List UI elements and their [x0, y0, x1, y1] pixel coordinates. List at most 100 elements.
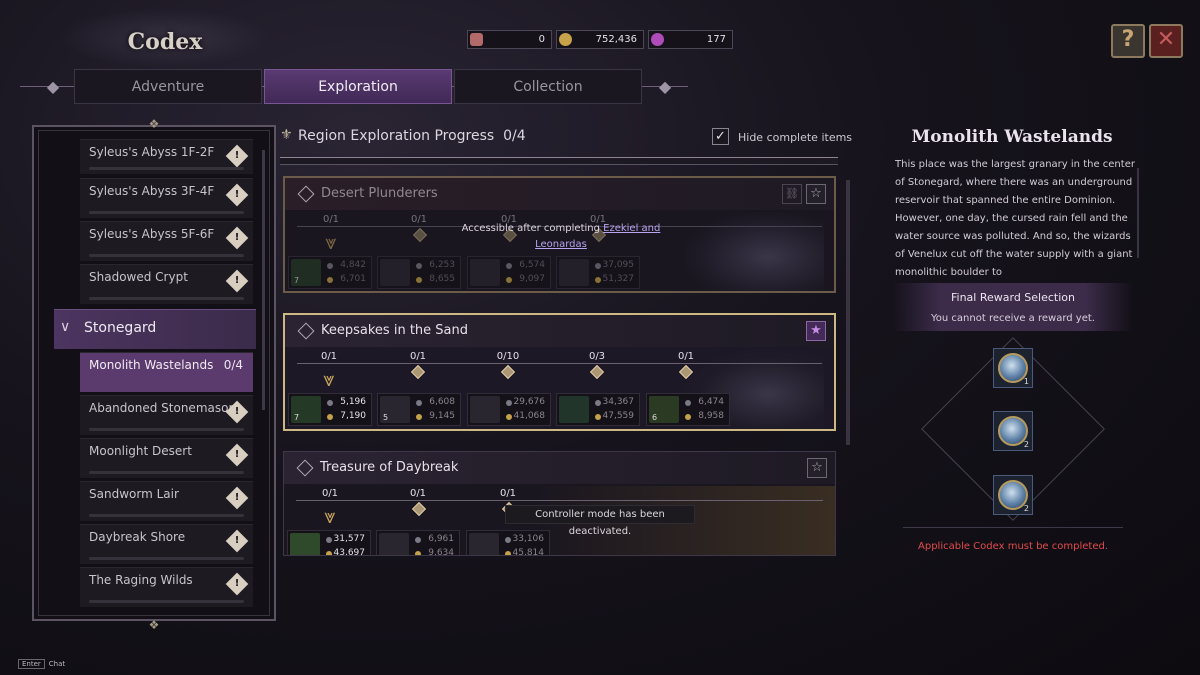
hide-complete-label: Hide complete items	[738, 131, 853, 144]
diamond-icon	[297, 185, 315, 203]
item-icon	[380, 259, 410, 286]
link-icon[interactable]: ⛓	[782, 184, 802, 204]
silver-icon	[595, 400, 601, 406]
region-item[interactable]: Abandoned Stonemason !	[80, 395, 253, 435]
region-item[interactable]: Syleus's Abyss 5F-6F !	[80, 221, 253, 261]
currency-gold: 752,436	[556, 30, 644, 49]
tab-prev-icon[interactable]: ◆	[36, 69, 70, 104]
gold-icon	[415, 551, 421, 555]
silver-icon	[327, 263, 333, 269]
progress-bar	[89, 514, 244, 517]
tab-collection[interactable]: Collection	[454, 69, 642, 104]
reward-slot[interactable]: 34,367 47,559	[556, 393, 640, 426]
final-reward-option[interactable]: 1	[993, 348, 1033, 388]
detail-divider	[903, 527, 1123, 528]
item-icon	[470, 259, 500, 286]
reward-slot[interactable]: 6,253 8,655	[377, 256, 461, 289]
alert-icon: !	[225, 269, 249, 293]
region-item[interactable]: Moonlight Desert !	[80, 438, 253, 478]
tab-adventure[interactable]: Adventure	[74, 69, 262, 104]
fleur-icon: ⚜	[280, 127, 293, 143]
reward-slot[interactable]: 6,961 9,634	[376, 530, 460, 555]
gem-icon	[651, 33, 664, 46]
reward-slot[interactable]: 33,106 45,814	[466, 530, 550, 555]
exploration-card[interactable]: Desert Plunderers ⛓ ☆ 0/1 0/1 0/1 0/1 ⩔ …	[283, 176, 836, 293]
region-item-selected[interactable]: Monolith Wastelands 0/4	[80, 352, 253, 392]
progress-bar	[89, 428, 244, 431]
milestone-node-icon	[412, 227, 428, 243]
hide-complete-checkbox[interactable]: ✓	[712, 128, 729, 145]
milestone-marker-icon: ⩔	[325, 230, 337, 254]
monster-art	[684, 212, 824, 291]
region-item[interactable]: Syleus's Abyss 1F-2F !	[80, 139, 253, 174]
milestone-marker-icon: ⩔	[323, 367, 335, 391]
gold-icon	[595, 277, 601, 283]
currency-gem: 177	[648, 30, 733, 49]
progress-bar	[89, 211, 244, 214]
item-icon	[470, 396, 500, 423]
item-icon	[379, 533, 409, 555]
reward-slot[interactable]: 6 6,474 8,958	[646, 393, 730, 426]
gold-icon	[685, 414, 691, 420]
reward-slot[interactable]: 37,095 51,327	[556, 256, 640, 289]
region-item[interactable]: Daybreak Shore !	[80, 524, 253, 564]
alert-icon: !	[225, 144, 249, 168]
reward-slot[interactable]: 31,577 43,697	[287, 530, 371, 555]
favorite-star-icon[interactable]: ☆	[806, 184, 826, 204]
alert-icon: !	[225, 183, 249, 207]
alert-icon: !	[225, 486, 249, 510]
region-list-scrollbar[interactable]	[262, 150, 265, 410]
exploration-card[interactable]: Treasure of Daybreak ☆ 0/1 0/1 0/1 ⩔ 31,…	[283, 451, 836, 556]
reward-slot[interactable]: 7 5,196 7,190	[288, 393, 372, 426]
reward-slot[interactable]: 6,574 9,097	[467, 256, 551, 289]
card-list-scrollbar[interactable]	[846, 180, 850, 445]
quill-icon	[470, 33, 483, 46]
silver-icon	[327, 400, 333, 406]
reward-selection-title: Final Reward Selection	[950, 291, 1075, 304]
progress-bar	[89, 600, 244, 603]
scroll-help-icon[interactable]: ?	[1111, 24, 1145, 58]
description-scrollbar[interactable]	[1137, 168, 1139, 258]
ornament-top-icon: ❖	[148, 117, 160, 131]
region-item[interactable]: Sandworm Lair !	[80, 481, 253, 521]
item-icon	[290, 533, 320, 555]
requirement-warning: Applicable Codex must be completed.	[918, 541, 1108, 552]
region-item[interactable]: Syleus's Abyss 3F-4F !	[80, 178, 253, 218]
progress-track	[296, 500, 823, 501]
chat-hint[interactable]: Enter Chat	[18, 659, 65, 669]
milestone-node-icon	[411, 501, 427, 517]
region-item[interactable]: The Raging Wilds !	[80, 567, 253, 607]
region-group-stonegard[interactable]: ∨ Stonegard	[54, 309, 256, 349]
close-icon[interactable]: ✕	[1149, 24, 1183, 58]
silver-icon	[685, 400, 691, 406]
progress-bar	[89, 297, 244, 300]
favorite-star-icon[interactable]: ★	[806, 321, 826, 341]
page-title: Codex	[127, 29, 203, 55]
milestone-node-icon	[410, 364, 426, 380]
tab-exploration[interactable]: Exploration	[264, 69, 452, 104]
favorite-star-icon[interactable]: ☆	[807, 458, 827, 478]
silver-icon	[416, 400, 422, 406]
progress-bar	[89, 557, 244, 560]
exploration-card-selected[interactable]: Keepsakes in the Sand ★ 0/1 0/1 0/10 0/3…	[283, 313, 836, 431]
final-reward-option[interactable]: 2	[993, 475, 1033, 515]
final-reward-option[interactable]: 2	[993, 411, 1033, 451]
silver-icon	[506, 263, 512, 269]
milestone-marker-icon: ⩔	[324, 504, 336, 528]
region-title: Monolith Wastelands	[911, 127, 1113, 147]
reward-slot[interactable]: 7 4,842 6,701	[288, 256, 372, 289]
item-icon	[469, 533, 499, 555]
region-item[interactable]: Shadowed Crypt !	[80, 264, 253, 304]
reward-status: You cannot receive a reward yet.	[931, 313, 1095, 324]
chevron-down-icon: ∨	[60, 319, 71, 335]
item-icon: 5	[380, 396, 410, 423]
tab-next-icon[interactable]: ◆	[648, 69, 682, 104]
progress-bar	[89, 471, 244, 474]
reward-slot[interactable]: 29,676 41,068	[467, 393, 551, 426]
diamond-icon	[296, 459, 314, 477]
reward-slot[interactable]: 5 6,608 9,145	[377, 393, 461, 426]
progress-bar	[89, 167, 244, 170]
gold-icon	[505, 551, 511, 555]
progress-bar	[89, 254, 244, 257]
gold-icon	[327, 277, 333, 283]
